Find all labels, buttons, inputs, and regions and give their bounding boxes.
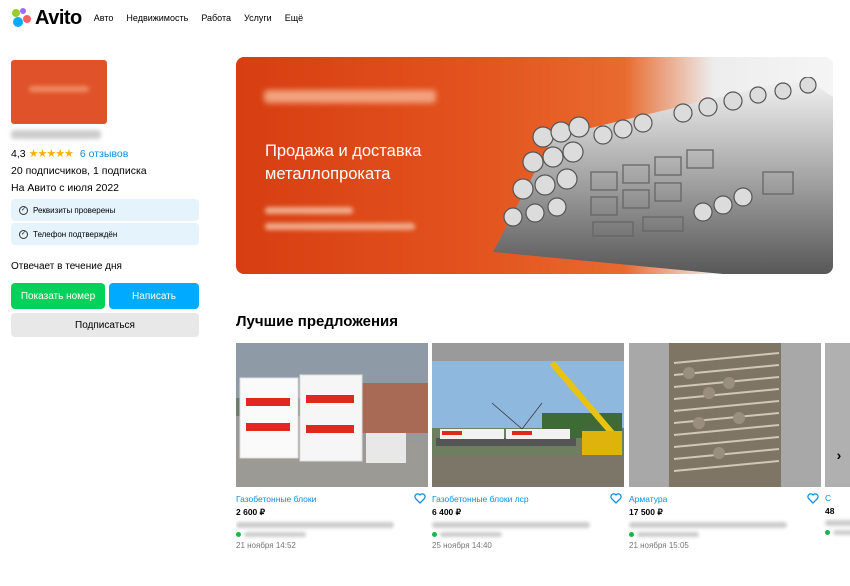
offer-date: 21 ноября 15:05	[629, 541, 689, 550]
main-nav: Авто Недвижимость Работа Услуги Ещё	[94, 13, 303, 23]
offer-title-row: Газобетонные блоки лср	[432, 493, 624, 504]
member-since: На Авито с июля 2022	[11, 182, 119, 194]
banner-title-line1: Продажа и доставка	[265, 142, 422, 160]
rating-stars-icon: ★★★★★	[28, 148, 74, 160]
offer-title[interactable]: Газобетонные блоки	[236, 494, 316, 504]
response-time: Отвечает в течение дня	[11, 261, 122, 272]
offer-date: 21 ноября 14:52	[236, 541, 296, 550]
banner-company-logo-blurred	[264, 90, 436, 103]
promo-banner: Продажа и доставка металлопроката	[236, 57, 833, 274]
subscribe-button[interactable]: Подписаться	[11, 313, 199, 337]
offer-price: 17 500 ₽	[629, 507, 663, 517]
offer-price: 48	[825, 506, 835, 516]
nav-item-services[interactable]: Услуги	[244, 13, 272, 23]
banner-subtext-blurred	[265, 207, 353, 214]
offers-carousel: Газобетонные блоки 2 600 ₽ 21 ноября 14:…	[236, 343, 850, 563]
banner-subtext-blurred	[265, 223, 415, 230]
logo-text: Avito	[35, 6, 82, 29]
avito-logo[interactable]: Avito	[12, 7, 82, 30]
write-message-button[interactable]: Написать	[109, 283, 199, 309]
offer-metro	[236, 532, 428, 537]
site-header: Avito Авто Недвижимость Работа Услуги Ещ…	[12, 6, 303, 30]
seller-avatar[interactable]	[11, 60, 107, 124]
carousel-next-arrow-icon[interactable]: ›	[832, 445, 846, 465]
rating-value: 4,3	[11, 147, 26, 160]
offer-address-blurred	[629, 522, 787, 528]
offer-image[interactable]	[825, 343, 850, 487]
offer-metro	[825, 530, 850, 535]
nav-item-auto[interactable]: Авто	[94, 13, 114, 23]
offer-price: 6 400 ₽	[432, 507, 462, 517]
offer-date: 25 ноября 14:40	[432, 541, 492, 550]
offer-card[interactable]: Арматура 17 500 ₽ 21 ноября 15:05	[629, 343, 821, 550]
offer-title-row: Арматура	[629, 493, 821, 504]
best-offers-title: Лучшие предложения	[236, 313, 399, 330]
offer-title[interactable]: Газобетонные блоки лср	[432, 494, 529, 504]
badge-label: Телефон подтверждён	[33, 229, 118, 239]
offer-card[interactable]: Газобетонные блоки лср 6 400 ₽ 25 ноября…	[432, 343, 624, 550]
check-icon: ✓	[19, 205, 28, 215]
badge-label: Реквизиты проверены	[33, 205, 116, 215]
metal-pipes-image	[493, 77, 833, 274]
banner-title: Продажа и доставка металлопроката	[265, 140, 421, 186]
offer-title-row: Газобетонные блоки	[236, 493, 428, 504]
offer-image[interactable]	[432, 343, 624, 487]
banner-title-line2: металлопроката	[265, 165, 391, 183]
offer-address-blurred	[825, 520, 850, 526]
nav-item-more[interactable]: Ещё	[285, 13, 303, 23]
heart-icon[interactable]	[807, 493, 819, 504]
offer-card[interactable]: С 48	[825, 343, 850, 535]
offer-address-blurred	[236, 522, 394, 528]
offer-price: 2 600 ₽	[236, 507, 266, 517]
offer-address-blurred	[432, 522, 590, 528]
subscribers-count: 20 подписчиков, 1 подписка	[11, 165, 147, 177]
offer-title-row: С	[825, 493, 850, 503]
badge-phone: ✓ Телефон подтверждён	[11, 223, 199, 245]
seller-name-blurred[interactable]	[11, 130, 101, 139]
offer-metro	[432, 532, 624, 537]
nav-item-realty[interactable]: Недвижимость	[126, 13, 188, 23]
offer-image[interactable]	[629, 343, 821, 487]
check-icon: ✓	[19, 229, 28, 239]
offer-title[interactable]: Арматура	[629, 494, 667, 504]
offer-image[interactable]	[236, 343, 428, 487]
offer-card[interactable]: Газобетонные блоки 2 600 ₽ 21 ноября 14:…	[236, 343, 428, 550]
heart-icon[interactable]	[414, 493, 426, 504]
nav-item-jobs[interactable]: Работа	[201, 13, 231, 23]
seller-sidebar: 4,3 ★★★★★ 6 отзывов 20 подписчиков, 1 по…	[11, 60, 201, 337]
show-phone-button[interactable]: Показать номер	[11, 283, 105, 309]
reviews-link[interactable]: 6 отзывов	[80, 148, 128, 160]
logo-dots-icon	[12, 8, 32, 28]
rating-row: 4,3 ★★★★★ 6 отзывов	[11, 147, 201, 161]
contact-buttons: Показать номер Написать	[11, 283, 201, 309]
offer-metro	[629, 532, 821, 537]
badge-requisites: ✓ Реквизиты проверены	[11, 199, 199, 221]
offer-title[interactable]: С	[825, 493, 831, 503]
heart-icon[interactable]	[610, 493, 622, 504]
